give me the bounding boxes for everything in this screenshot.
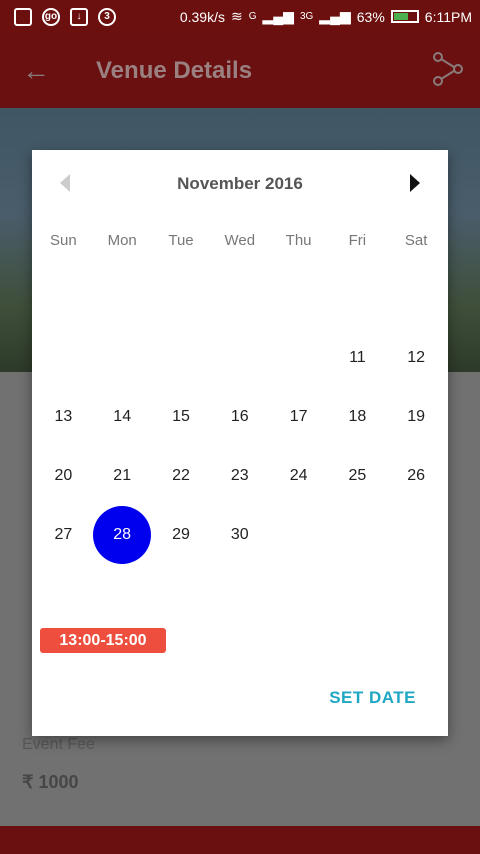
back-arrow-icon[interactable]: ← [22,55,50,87]
calendar-day[interactable]: 12 [387,329,446,388]
battery-percent: 63% [356,8,385,25]
date-picker-dialog: November 2016 Sun Mon Tue Wed Thu Fri Sat 11 12… [32,150,448,736]
status-bar: go ↓ 3 0.39k/s ≋ G ▂▄▆ 3G ▂▄▆ 63% 6:11PM [0,0,480,33]
event-fee-value: ₹ 1000 [22,772,79,792]
counter-icon: 3 [98,7,116,26]
calendar-empty-cell [93,329,152,388]
calendar-week-row: 11 12 [34,329,446,388]
calendar-day[interactable]: 21 [93,446,152,505]
bottom-bar [0,826,480,854]
network-speed: 0.39k/s [179,8,225,25]
month-title: November 2016 [177,174,303,193]
calendar-day[interactable]: 19 [387,388,446,447]
signal-icon: ▂▄▆ [262,8,294,24]
share-icon[interactable] [430,51,466,87]
calendar-day-selected[interactable]: 28 [93,505,152,564]
calendar-day[interactable]: 22 [152,446,211,505]
calendar-day[interactable]: 23 [210,446,269,505]
calendar-empty-cell [387,270,446,329]
next-month-icon[interactable] [410,174,420,192]
time-slot-chip[interactable]: 13:00-15:00 [40,628,166,653]
calendar-empty-cell [269,329,328,388]
weekday-label: Mon [107,232,137,249]
calendar-empty-cell [387,505,446,564]
calendar-week-row: 13 14 15 16 17 18 19 [34,388,446,447]
calendar-day[interactable]: 17 [269,388,328,447]
app-bar: ← Venue Details [0,33,480,108]
calendar-empty-cell [210,270,269,329]
calendar-day[interactable]: 25 [328,446,387,505]
download-icon: ↓ [70,7,88,26]
calendar-day[interactable]: 29 [152,505,211,564]
weekday-label: Sat [404,232,428,249]
calendar-day[interactable]: 18 [328,388,387,447]
signal-icon-2: ▂▄▆ [319,8,351,24]
calendar-day[interactable]: 13 [34,388,93,447]
weekday-label: Tue [168,232,194,249]
calendar-day[interactable]: 16 [210,388,269,447]
calendar-empty-cell [152,270,211,329]
network-type-3g: 3G [299,11,314,22]
calendar-empty-cell [93,270,152,329]
calendar-week-row: 20 21 22 23 24 25 26 [34,446,446,505]
calendar-empty-cell [269,270,328,329]
calendar-empty-cell [269,505,328,564]
calendar-day[interactable]: 11 [328,329,387,388]
weekday-label: Sun [50,232,77,249]
weekday-header: Sun Mon Tue Wed Thu Fri Sat [34,232,446,249]
calendar-day[interactable]: 24 [269,446,328,505]
calendar-day[interactable]: 14 [93,388,152,447]
calendar-empty-cell [152,329,211,388]
calendar-day[interactable]: 15 [152,388,211,447]
calendar-empty-cell [34,270,93,329]
calendar-day[interactable]: 30 [210,505,269,564]
month-header: November 2016 [32,172,448,196]
weekday-label: Fri [348,232,367,249]
network-type-g: G [248,11,257,22]
calendar-empty-cell [328,270,387,329]
set-date-button[interactable]: SET DATE [329,688,416,708]
calendar-week-row [34,270,446,329]
calendar-day[interactable]: 20 [34,446,93,505]
calendar-day[interactable]: 26 [387,446,446,505]
calendar-day[interactable]: 27 [34,505,93,564]
page-title: Venue Details [96,57,253,84]
clock: 6:11PM [424,8,472,25]
battery-icon [390,10,419,23]
calendar-empty-cell [328,505,387,564]
notification-icon [14,7,32,26]
calendar-week-row: 27 28 29 30 [34,505,446,564]
event-fee-label: Event Fee [22,736,95,753]
go-icon: go [42,7,60,26]
weekday-label: Thu [285,232,312,249]
weekday-label: Wed [224,232,256,249]
calendar-empty-cell [210,329,269,388]
selected-day-indicator: 28 [93,505,152,564]
calendar-grid: 11 12 13 14 15 16 17 18 19 20 21 22 23 24 25 26 27 28 29 30 [34,270,446,564]
wifi-icon: ≋ [230,8,243,24]
calendar-empty-cell [34,329,93,388]
